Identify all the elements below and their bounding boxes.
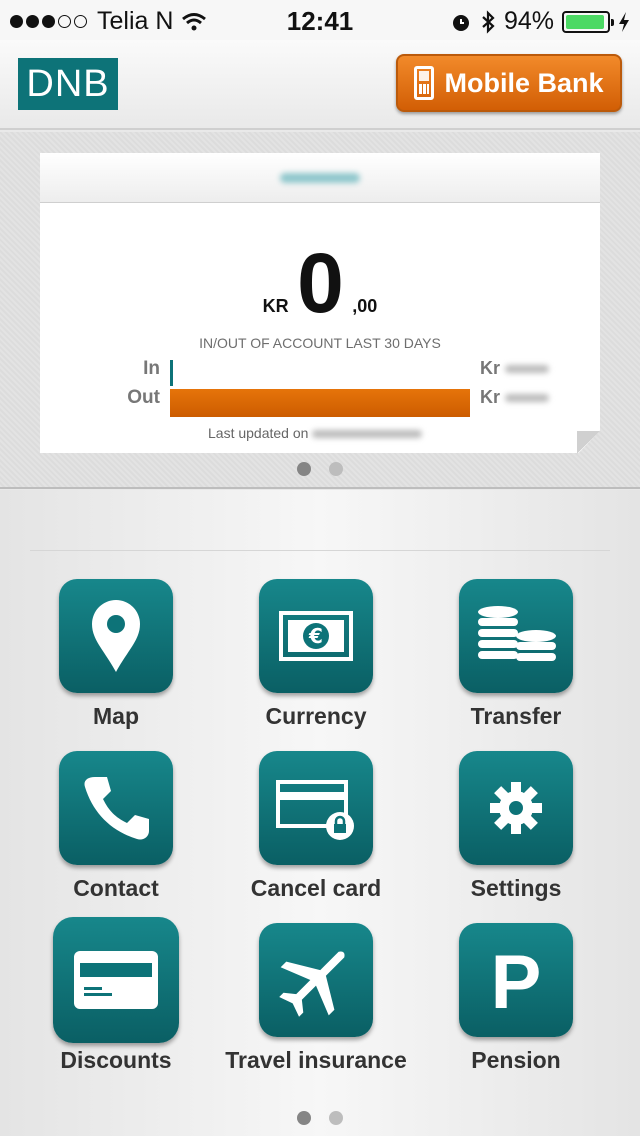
pager-dot[interactable] bbox=[297, 1111, 311, 1125]
out-row: Out Kr bbox=[40, 387, 600, 417]
in-row: In Kr bbox=[40, 358, 600, 388]
menu-cancel-card[interactable]: Cancel card bbox=[216, 751, 416, 902]
map-pin-icon bbox=[59, 579, 173, 693]
dnb-logo: DNB bbox=[18, 58, 118, 110]
card-lock-icon bbox=[259, 751, 373, 865]
parking-p-icon: P bbox=[459, 923, 573, 1037]
app-header: DNB Mobile Bank bbox=[0, 40, 640, 130]
status-bar: Telia N 12:41 94% bbox=[0, 0, 640, 40]
divider bbox=[30, 550, 610, 551]
menu-label: Pension bbox=[471, 1047, 561, 1073]
pager-dot[interactable] bbox=[329, 1111, 343, 1125]
account-balance: KR 0 ,00 bbox=[40, 241, 600, 325]
battery-level bbox=[566, 14, 604, 29]
menu-transfer[interactable]: Transfer bbox=[416, 579, 616, 730]
alarm-icon bbox=[452, 14, 469, 31]
account-carousel[interactable]: KR 0 ,00 IN/OUT OF ACCOUNT LAST 30 DAYS … bbox=[0, 132, 640, 489]
menu-pension[interactable]: P Pension bbox=[416, 923, 616, 1074]
menu-label: Currency bbox=[265, 703, 367, 729]
battery-percent: 94% bbox=[503, 7, 554, 35]
menu-map[interactable]: Map bbox=[16, 579, 216, 730]
battery-icon bbox=[562, 10, 614, 33]
menu-label: Map bbox=[93, 703, 139, 729]
menu-label: Transfer bbox=[470, 703, 562, 729]
menu-label: Settings bbox=[470, 875, 562, 901]
menu-label: Discounts bbox=[60, 1047, 172, 1073]
coins-icon bbox=[459, 579, 573, 693]
mobile-bank-button[interactable]: Mobile Bank bbox=[396, 54, 622, 112]
last-updated: Last updated on bbox=[208, 425, 423, 441]
pager-dot[interactable] bbox=[297, 462, 311, 476]
menu-settings[interactable]: Settings bbox=[416, 751, 616, 902]
plane-icon bbox=[259, 923, 373, 1037]
mobile-phone-icon bbox=[414, 66, 435, 100]
svg-text:€: € bbox=[308, 624, 323, 648]
in-amount: Kr bbox=[480, 358, 550, 379]
mobile-bank-label: Mobile Bank bbox=[444, 67, 604, 98]
menu-grid: Map € Currency Transfer Contact Cancel c… bbox=[0, 490, 640, 1136]
phone-icon bbox=[59, 751, 173, 865]
card-icon bbox=[53, 917, 179, 1043]
status-right: 94% bbox=[450, 7, 630, 36]
currency-icon: € bbox=[259, 579, 373, 693]
menu-label: Travel insurance bbox=[225, 1047, 407, 1073]
menu-currency[interactable]: € Currency bbox=[216, 579, 416, 730]
out-bar bbox=[170, 389, 470, 417]
in-bar bbox=[170, 360, 173, 386]
card-page-curl bbox=[577, 431, 600, 454]
io-title: IN/OUT OF ACCOUNT LAST 30 DAYS bbox=[199, 335, 441, 351]
in-label: In bbox=[143, 358, 160, 379]
account-name-redacted bbox=[280, 172, 360, 183]
menu-label: Cancel card bbox=[250, 875, 382, 901]
balance-currency: KR bbox=[262, 296, 289, 316]
balance-integer: 0 bbox=[297, 236, 344, 330]
charging-icon bbox=[619, 11, 629, 32]
pager-dot[interactable] bbox=[329, 462, 343, 476]
account-name-header bbox=[40, 153, 600, 203]
out-amount: Kr bbox=[480, 387, 550, 408]
account-pager[interactable] bbox=[0, 462, 640, 476]
menu-discounts[interactable]: Discounts bbox=[16, 917, 216, 1074]
balance-decimals: ,00 bbox=[352, 296, 378, 316]
menu-contact[interactable]: Contact bbox=[16, 751, 216, 902]
out-label: Out bbox=[127, 387, 160, 408]
bluetooth-icon bbox=[482, 9, 495, 34]
account-card[interactable]: KR 0 ,00 IN/OUT OF ACCOUNT LAST 30 DAYS … bbox=[40, 153, 600, 453]
menu-pager[interactable] bbox=[0, 1111, 640, 1125]
menu-label: Contact bbox=[73, 875, 159, 901]
svg-text:P: P bbox=[491, 944, 542, 1016]
gear-icon bbox=[459, 751, 573, 865]
menu-travel-insurance[interactable]: Travel insurance bbox=[216, 923, 416, 1074]
